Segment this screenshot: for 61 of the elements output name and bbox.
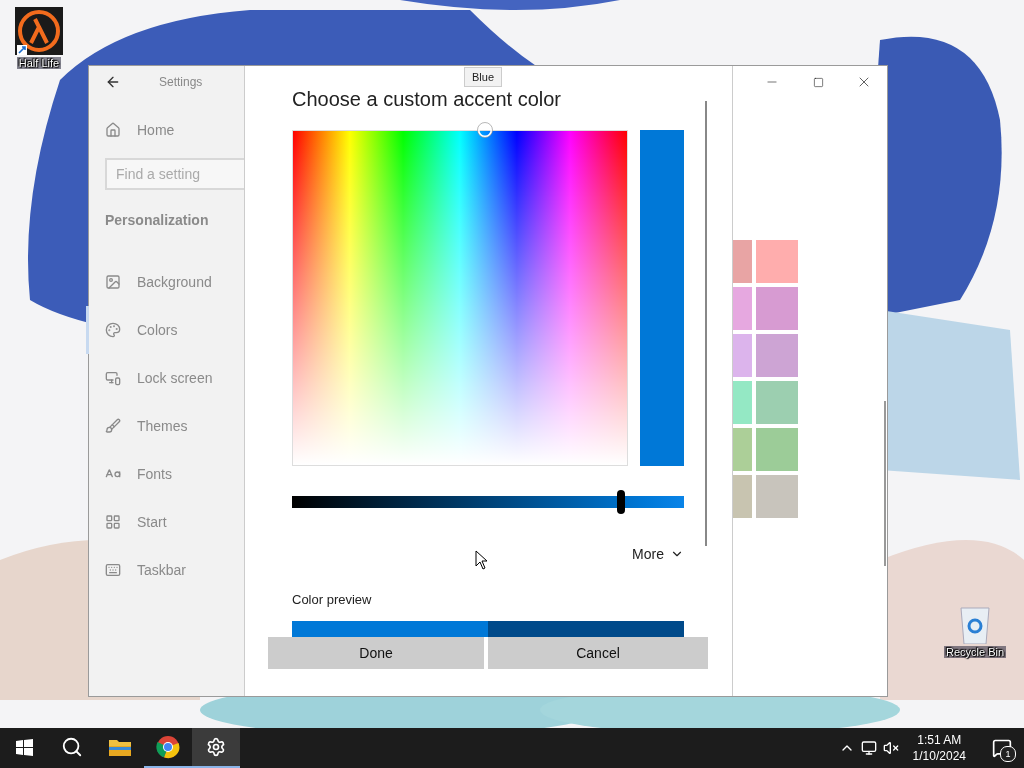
browser-logo-icon — [156, 735, 180, 759]
scrollbar[interactable] — [884, 401, 886, 566]
mouse-pointer-icon — [475, 550, 488, 570]
search-icon — [61, 736, 83, 758]
scrollbar[interactable] — [705, 101, 707, 546]
color-swatch[interactable] — [733, 428, 752, 471]
sidebar-item[interactable]: Lock screen — [86, 354, 244, 402]
window-title: Settings — [159, 75, 203, 89]
color-swatch[interactable] — [733, 240, 752, 283]
color-swatch[interactable] — [756, 287, 798, 330]
picker-ring-icon[interactable] — [477, 122, 493, 138]
home-icon — [105, 122, 121, 138]
sidebar-item[interactable]: Fonts — [86, 450, 244, 498]
notification-count: 1 — [1000, 746, 1016, 762]
color-swatch[interactable] — [756, 334, 798, 377]
home-link[interactable]: Home — [86, 106, 244, 154]
preview-label: Color preview — [292, 592, 373, 607]
palette-icon — [105, 322, 121, 338]
search-field[interactable]: Find a setting — [105, 158, 244, 190]
monitor-icon — [105, 370, 121, 386]
volume-muted-icon[interactable] — [882, 740, 899, 756]
dialog-title: Choose a custom accent color — [292, 88, 563, 110]
slider-thumb[interactable] — [617, 490, 626, 514]
sidebar-item[interactable]: Start — [86, 498, 244, 546]
clock[interactable]: 1:51 AM 1/10/2024 — [904, 732, 974, 764]
keyboard-icon — [105, 562, 121, 578]
date: 1/10/2024 — [912, 748, 966, 764]
section-heading: Personalization — [104, 211, 210, 230]
time: 1:51 AM — [917, 732, 962, 748]
sidebar-item[interactable]: Themes — [86, 402, 244, 450]
color-swatch[interactable] — [733, 287, 752, 330]
done-button[interactable]: Done — [268, 637, 484, 669]
sidebar-item[interactable]: Colors — [86, 306, 244, 354]
picture-icon — [105, 274, 121, 290]
desktop-icon-label[interactable]: Recycle Bin — [943, 646, 1007, 658]
settings-button[interactable] — [192, 728, 240, 768]
recycle-bin-icon[interactable] — [958, 604, 992, 644]
color-swatch[interactable] — [756, 240, 798, 283]
brush-icon — [105, 418, 121, 434]
color-spectrum[interactable] — [292, 130, 628, 466]
color-swatch[interactable] — [756, 381, 798, 424]
sidebar-item[interactable]: Taskbar — [86, 546, 244, 594]
tiles-icon — [105, 514, 121, 530]
message-icon — [992, 738, 1012, 758]
more-button[interactable]: More — [632, 546, 684, 562]
lambda-logo-icon[interactable] — [15, 7, 63, 55]
settings-icon — [206, 737, 226, 757]
color-swatch[interactable] — [756, 428, 798, 471]
notification-button[interactable]: 1 — [980, 728, 1024, 768]
back-icon[interactable] — [105, 74, 121, 90]
tooltip: Blue — [464, 67, 503, 87]
color-swatch[interactable] — [756, 475, 798, 518]
desktop-icon-label[interactable]: Half Life — [16, 57, 62, 69]
sidebar-item[interactable]: Background — [86, 258, 244, 306]
color-swatch[interactable] — [733, 381, 752, 424]
cancel-button[interactable]: Cancel — [488, 637, 708, 669]
maximize-icon — [812, 76, 824, 88]
color-swatch[interactable] — [733, 334, 752, 377]
color-swatch[interactable] — [733, 475, 752, 518]
windows-logo-icon — [15, 738, 33, 756]
folder-icon — [109, 738, 131, 756]
